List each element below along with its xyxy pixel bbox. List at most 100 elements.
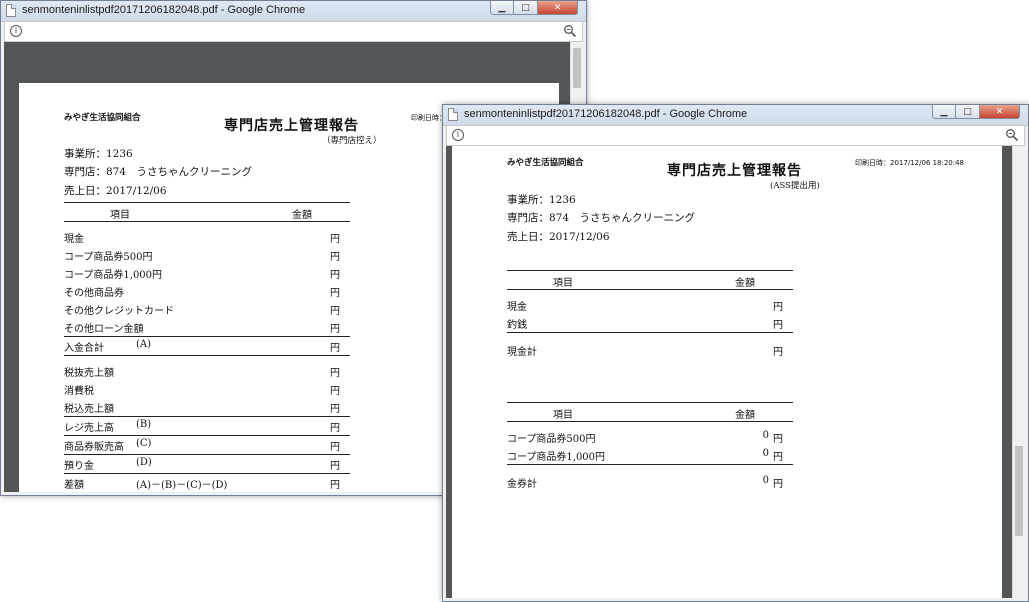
- table-row: 税抜売上額 円: [64, 362, 350, 380]
- close-icon: ✕: [553, 2, 562, 13]
- yen-unit: 円: [330, 386, 340, 397]
- table-row: 入金合計 (A) 円: [64, 336, 350, 355]
- row-label: コープ商品券500円: [507, 434, 596, 445]
- row-label: 入金合計: [64, 343, 104, 354]
- minimize-icon: ▁: [940, 106, 948, 117]
- row-code: (D): [136, 457, 152, 468]
- row-amount: 0: [762, 448, 769, 459]
- page-icon: [448, 108, 458, 121]
- yen-unit: 円: [330, 306, 340, 317]
- info-icon[interactable]: i: [452, 129, 464, 141]
- yen-unit: 円: [330, 404, 340, 415]
- yen-unit: 円: [330, 442, 340, 453]
- org-name: みやぎ生活協同組合: [64, 113, 141, 123]
- window-title: senmonteninlistpdf20171206182048.pdf - G…: [464, 108, 748, 120]
- maximize-icon: □: [963, 106, 972, 117]
- shop-line: 専門店：874 うさちゃんクリーニング: [507, 212, 696, 224]
- row-code: (C): [136, 438, 152, 449]
- row-label: 税抜売上額: [64, 368, 114, 379]
- yen-unit: 円: [773, 452, 783, 463]
- table-row: レジ売上高 (B) 円: [64, 416, 350, 435]
- office-line: 事業所：1236: [507, 194, 576, 206]
- office-line: 事業所：1236: [64, 148, 133, 160]
- row-label: 消費税: [64, 386, 94, 397]
- maximize-button[interactable]: □: [956, 105, 980, 119]
- scrollbar-thumb[interactable]: [573, 48, 581, 88]
- title-bar[interactable]: senmonteninlistpdf20171206182048.pdf - G…: [1, 1, 586, 22]
- row-label: その他商品券: [64, 288, 124, 299]
- row-label: コープ商品券500円: [64, 252, 153, 263]
- table-row: 現金 円: [64, 228, 350, 246]
- col-item-header: 項目: [553, 278, 573, 289]
- voucher-table: 項目 金額 コープ商品券500円 0 円 コープ商品券1,000円 0 円 金券…: [507, 402, 793, 491]
- shop-line: 専門店：874 うさちゃんクリーニング: [64, 166, 253, 178]
- window-controls: ▁ □ ✕: [490, 1, 578, 15]
- org-name: みやぎ生活協同組合: [507, 158, 584, 168]
- minimize-icon: ▁: [498, 2, 506, 13]
- minimize-button[interactable]: ▁: [932, 105, 956, 119]
- row-label: 釣銭: [507, 320, 527, 331]
- yen-unit: 円: [773, 434, 783, 445]
- yen-unit: 円: [773, 302, 783, 313]
- address-bar[interactable]: i: [4, 21, 583, 42]
- col-amount-header: 金額: [735, 410, 755, 421]
- table-row: コープ商品券1,000円 円: [64, 264, 350, 282]
- table-row: コープ商品券500円 0 円: [507, 428, 793, 446]
- total-label: 現金計: [507, 347, 537, 358]
- minimize-button[interactable]: ▁: [490, 1, 514, 15]
- table-header: 項目 金額: [507, 402, 793, 422]
- table-row: 金券計 0 円: [507, 473, 793, 491]
- table-row: 商品券販売高 (C) 円: [64, 435, 350, 454]
- title-bar[interactable]: senmonteninlistpdf20171206182048.pdf - G…: [443, 105, 1028, 126]
- row-label: レジ売上高: [64, 423, 114, 434]
- scrollbar-thumb[interactable]: [1015, 446, 1023, 536]
- yen-unit: 円: [330, 368, 340, 379]
- col-item-header: 項目: [110, 210, 130, 221]
- row-label: コープ商品券1,000円: [64, 270, 163, 281]
- browser-window-front[interactable]: senmonteninlistpdf20171206182048.pdf - G…: [442, 104, 1029, 602]
- table-row: 消費税 円: [64, 380, 350, 398]
- row-amount: 0: [762, 430, 769, 441]
- close-button[interactable]: ✕: [980, 105, 1020, 119]
- table-row: コープ商品券500円 円: [64, 246, 350, 264]
- yen-unit: 円: [330, 480, 340, 491]
- zoom-icon[interactable]: [1005, 128, 1019, 142]
- table-row: 釣銭 円: [507, 314, 793, 332]
- yen-unit: 円: [330, 423, 340, 434]
- cash-table: 項目 金額 現金 円 釣銭 円 現金計 円: [507, 270, 793, 359]
- table-row: 差額 (A)－(B)－(C)－(D) 円: [64, 473, 350, 492]
- row-code: (A)－(B)－(C)－(D): [136, 480, 228, 491]
- info-icon[interactable]: i: [10, 25, 22, 37]
- row-label: 税込売上額: [64, 404, 114, 415]
- maximize-button[interactable]: □: [514, 1, 538, 15]
- doc-title: 専門店売上管理報告: [224, 118, 359, 134]
- col-item-header: 項目: [553, 410, 573, 421]
- table-row: コープ商品券1,000円 0 円: [507, 446, 793, 464]
- yen-unit: 円: [330, 343, 340, 354]
- zoom-icon[interactable]: [563, 24, 577, 38]
- table-row: その他クレジットカード 円: [64, 300, 350, 318]
- table-row: 現金計 円: [507, 341, 793, 359]
- yen-unit: 円: [330, 252, 340, 263]
- row-label: 差額: [64, 480, 84, 491]
- close-button[interactable]: ✕: [538, 1, 578, 15]
- doc-title: 専門店売上管理報告: [667, 163, 802, 179]
- row-label: コープ商品券1,000円: [507, 452, 606, 463]
- address-bar[interactable]: i: [446, 125, 1025, 146]
- pdf-page: みやぎ生活協同組合 専門店売上管理報告 (ASS提出用) 印刷日時：2017/1…: [452, 146, 1002, 598]
- window-title: senmonteninlistpdf20171206182048.pdf - G…: [22, 4, 306, 16]
- yen-unit: 円: [773, 320, 783, 331]
- vertical-scrollbar[interactable]: [1012, 146, 1025, 598]
- col-amount-header: 金額: [292, 210, 312, 221]
- yen-unit: 円: [773, 347, 783, 358]
- yen-unit: 円: [330, 324, 340, 335]
- table-row: その他商品券 円: [64, 282, 350, 300]
- pdf-viewer[interactable]: みやぎ生活協同組合 専門店売上管理報告 (ASS提出用) 印刷日時：2017/1…: [446, 146, 1025, 598]
- row-label: その他ローン金額: [64, 324, 144, 335]
- row-label: 商品券販売高: [64, 442, 124, 453]
- table-header: 項目 金額: [507, 270, 793, 290]
- row-label: 現金: [507, 302, 527, 313]
- yen-unit: 円: [330, 234, 340, 245]
- total-label: 金券計: [507, 479, 537, 490]
- table-row: 税込売上額 円: [64, 398, 350, 416]
